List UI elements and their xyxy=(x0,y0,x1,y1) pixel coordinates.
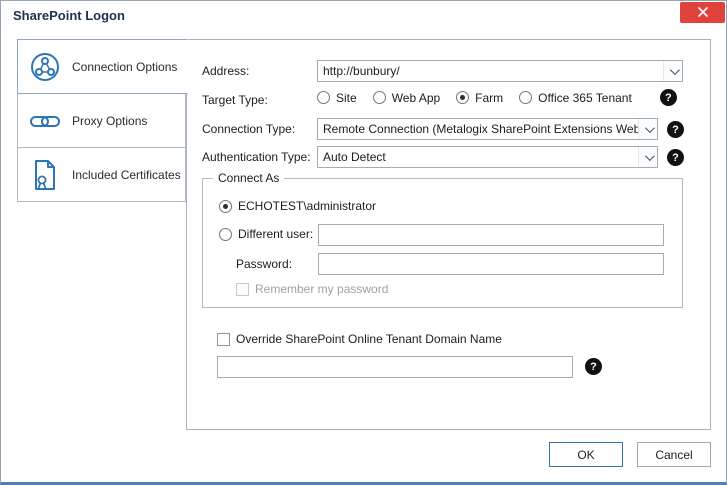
target-type-help-icon[interactable]: ? xyxy=(660,89,677,106)
radio-web-app-label: Web App xyxy=(392,91,440,105)
radio-different-user-control xyxy=(219,228,232,241)
radio-current-user[interactable]: ECHOTEST\administrator xyxy=(219,199,376,213)
network-nodes-icon xyxy=(27,49,63,85)
radio-web-app[interactable]: Web App xyxy=(373,91,440,105)
tab-included-certificates-label: Included Certificates xyxy=(72,168,181,182)
tab-proxy-options-label: Proxy Options xyxy=(72,114,147,128)
title-bar[interactable]: SharePoint Logon xyxy=(1,1,726,31)
authentication-type-label: Authentication Type: xyxy=(202,150,311,164)
close-button[interactable] xyxy=(680,2,725,23)
tab-connection-options[interactable]: Connection Options xyxy=(17,39,188,94)
authentication-type-combobox[interactable]: Auto Detect xyxy=(317,146,658,168)
sharepoint-logon-dialog: SharePoint Logon Connection Options xyxy=(0,0,727,485)
connection-type-value: Remote Connection (Metalogix SharePoint … xyxy=(318,119,638,139)
radio-office-365-tenant-control xyxy=(519,91,532,104)
address-combobox[interactable]: http://bunbury/ xyxy=(317,60,683,82)
different-user-label: Different user: xyxy=(238,227,313,241)
close-icon xyxy=(698,5,708,20)
radio-office-365-tenant[interactable]: Office 365 Tenant xyxy=(519,91,632,105)
tab-included-certificates[interactable]: Included Certificates xyxy=(17,147,186,202)
authentication-type-dropdown-arrow-icon[interactable] xyxy=(638,147,657,167)
connection-type-help-icon[interactable]: ? xyxy=(667,121,684,138)
certificate-icon xyxy=(27,157,63,193)
different-user-input[interactable] xyxy=(318,224,664,246)
password-label: Password: xyxy=(236,257,292,271)
override-tenant-checkbox-control xyxy=(217,333,230,346)
radio-current-user-control xyxy=(219,200,232,213)
password-input[interactable] xyxy=(318,253,664,275)
radio-farm[interactable]: Farm xyxy=(456,91,503,105)
connect-as-title: Connect As xyxy=(213,171,284,185)
radio-different-user[interactable]: Different user: xyxy=(219,227,313,241)
remember-password-label: Remember my password xyxy=(255,282,388,296)
tab-proxy-options[interactable]: Proxy Options xyxy=(17,93,186,148)
connect-as-groupbox: Connect As ECHOTEST\administrator Differ… xyxy=(202,178,683,308)
radio-site-control xyxy=(317,91,330,104)
radio-web-app-control xyxy=(373,91,386,104)
tenant-domain-help-icon[interactable]: ? xyxy=(585,358,602,375)
tab-connection-options-label: Connection Options xyxy=(72,60,177,74)
remember-password-checkbox[interactable]: Remember my password xyxy=(236,282,388,296)
authentication-type-value: Auto Detect xyxy=(318,147,638,167)
address-label: Address: xyxy=(202,64,249,78)
radio-farm-control xyxy=(456,91,469,104)
chain-links-icon xyxy=(27,103,63,139)
target-type-label: Target Type: xyxy=(202,93,268,107)
connection-type-label: Connection Type: xyxy=(202,122,295,136)
address-dropdown-arrow-icon[interactable] xyxy=(663,61,682,81)
radio-site[interactable]: Site xyxy=(317,91,357,105)
radio-office-365-tenant-label: Office 365 Tenant xyxy=(538,91,632,105)
connection-options-panel: Address: http://bunbury/ Target Type: Si… xyxy=(186,39,711,430)
ok-button[interactable]: OK xyxy=(549,442,623,467)
address-value: http://bunbury/ xyxy=(318,61,663,81)
override-tenant-checkbox[interactable]: Override SharePoint Online Tenant Domain… xyxy=(217,332,502,346)
connection-type-combobox[interactable]: Remote Connection (Metalogix SharePoint … xyxy=(317,118,658,140)
connection-type-dropdown-arrow-icon[interactable] xyxy=(638,119,657,139)
current-user-label: ECHOTEST\administrator xyxy=(238,199,376,213)
authentication-type-help-icon[interactable]: ? xyxy=(667,149,684,166)
window-title: SharePoint Logon xyxy=(13,8,125,23)
radio-site-label: Site xyxy=(336,91,357,105)
remember-password-checkbox-control xyxy=(236,283,249,296)
tenant-domain-input[interactable] xyxy=(217,356,573,378)
radio-farm-label: Farm xyxy=(475,91,503,105)
target-type-radio-group: Site Web App Farm Office 365 Tenant ? xyxy=(317,89,677,106)
cancel-button[interactable]: Cancel xyxy=(637,442,711,467)
override-tenant-label: Override SharePoint Online Tenant Domain… xyxy=(236,332,502,346)
